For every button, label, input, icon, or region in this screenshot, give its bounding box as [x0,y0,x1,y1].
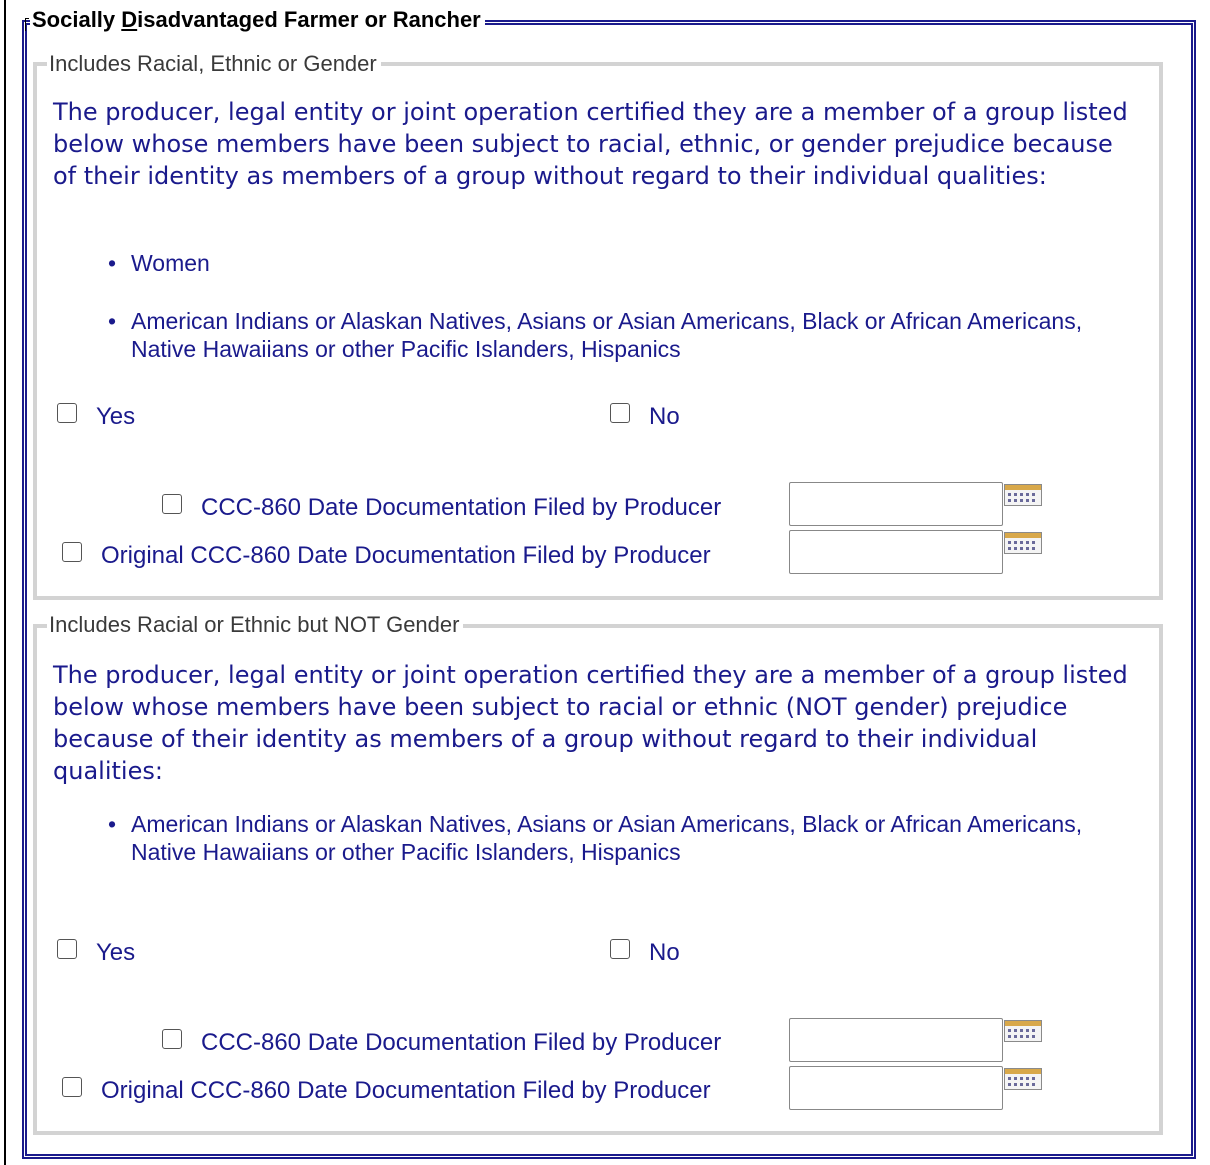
legend-access-key: D [121,7,138,32]
calendar-icon[interactable] [1004,1020,1042,1042]
legend-corner-mark [25,18,29,31]
bullet-dot: • [108,250,117,276]
section1-date-label: CCC-860 Date Documentation Filed by Prod… [201,494,722,521]
bullet-text: Women [131,250,210,276]
section1-certification-text: The producer, legal entity or joint oper… [53,98,1128,190]
bullet-text: American Indians or Alaskan Natives, Asi… [131,308,1083,362]
racial-ethnic-gender-legend: Includes Racial, Ethnic or Gender [47,51,381,77]
section2-certification-text: The producer, legal entity or joint oper… [53,661,1128,785]
section2-date-label: CCC-860 Date Documentation Filed by Prod… [201,1029,722,1056]
section2-yes-label: Yes [96,939,136,966]
section1-no-label: No [649,403,680,430]
section2-date-checkbox[interactable] [162,1029,182,1049]
calendar-icon[interactable] [1004,484,1042,506]
socially-disadvantaged-legend: Socially Disadvantaged Farmer or Rancher [30,7,485,33]
racial-ethnic-not-gender-legend: Includes Racial or Ethnic but NOT Gender [47,612,464,638]
section2-no-checkbox[interactable] [610,939,630,959]
section2-original-date-field[interactable] [789,1066,1003,1110]
page-edge-line [4,0,6,1165]
section2-original-date-checkbox[interactable] [62,1077,82,1097]
section1-date-field[interactable] [789,482,1003,526]
bullet-dot: • [108,811,117,837]
section1-original-date-field[interactable] [789,530,1003,574]
section1-date-checkbox[interactable] [162,494,182,514]
calendar-icon[interactable] [1004,532,1042,554]
legend-suffix: isadvantaged Farmer or Rancher [137,7,481,32]
section2-original-date-label: Original CCC-860 Date Documentation File… [101,1077,711,1104]
bullet-text: American Indians or Alaskan Natives, Asi… [131,811,1083,865]
section1-original-date-checkbox[interactable] [62,542,82,562]
section2-no-label: No [649,939,680,966]
section1-no-checkbox[interactable] [610,403,630,423]
section1-yes-label: Yes [96,403,136,430]
section1-original-date-label: Original CCC-860 Date Documentation File… [101,542,711,569]
section1-yes-checkbox[interactable] [57,403,77,423]
section2-date-field[interactable] [789,1018,1003,1062]
section2-yes-checkbox[interactable] [57,939,77,959]
calendar-icon[interactable] [1004,1068,1042,1090]
bullet-dot: • [108,308,117,334]
legend-prefix: Socially [32,7,122,32]
